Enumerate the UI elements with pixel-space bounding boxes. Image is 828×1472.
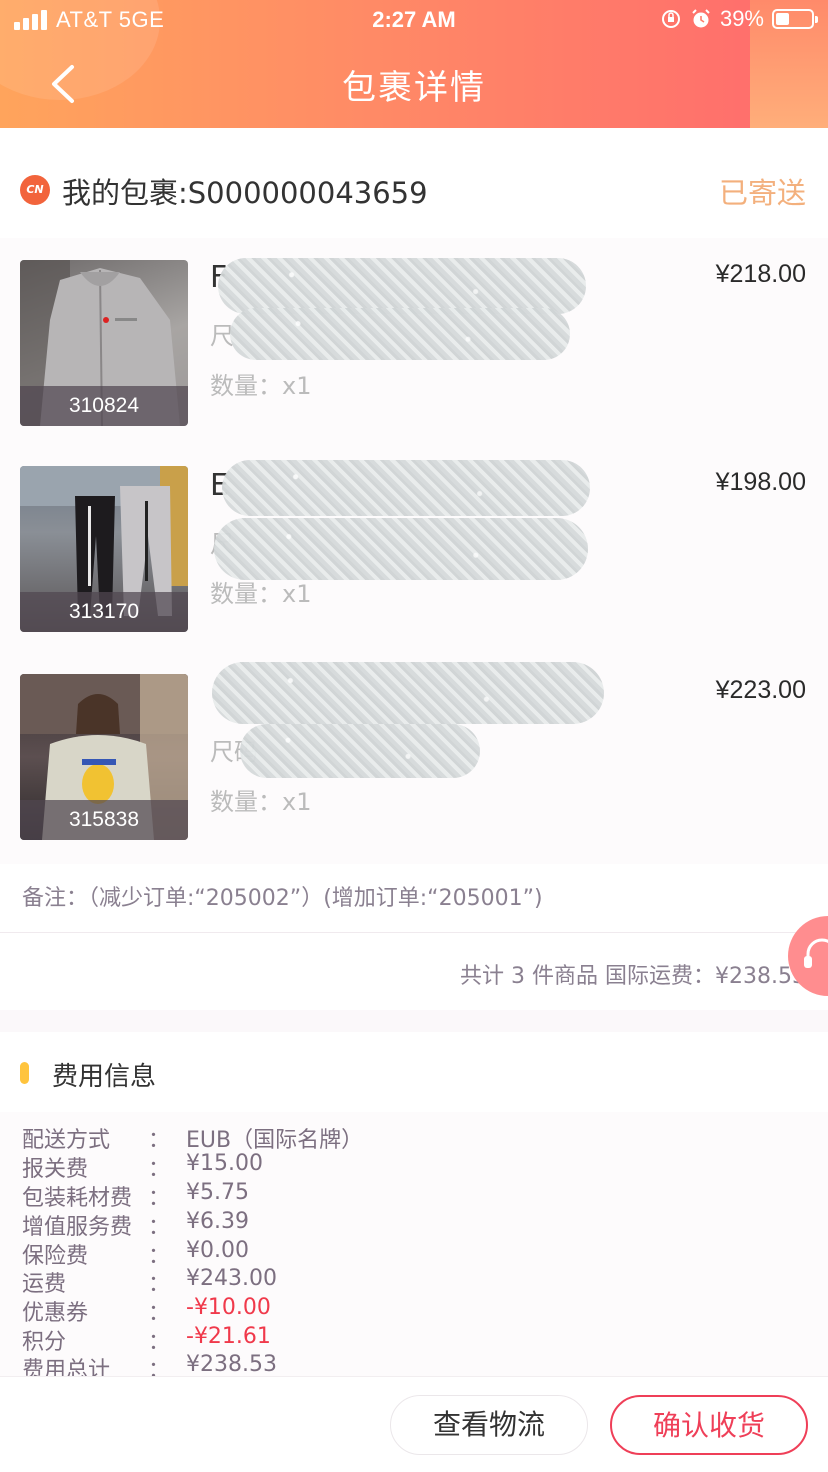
product-code: 313170 <box>20 592 188 632</box>
fee-value: -¥10.00 <box>186 1295 271 1320</box>
fee-colon: ： <box>148 1301 171 1326</box>
fee-label: 配送方式 <box>22 1128 111 1153</box>
alarm-icon <box>692 9 710 28</box>
fee-label: 运费 <box>22 1272 67 1297</box>
list-item[interactable]: 313170 E 尺 数量：x1 ¥198.00 <box>0 446 828 632</box>
view-logistics-button[interactable]: 查看物流 <box>390 1395 588 1455</box>
status-bar: AT&T 5GE 2:27 AM 39% <box>0 0 828 42</box>
list-item[interactable]: 310824 F 尺 数量：x1 ¥218.00 <box>0 238 828 426</box>
fee-colon: ： <box>148 1128 171 1153</box>
battery-icon <box>772 9 818 29</box>
fee-label: 优惠券 <box>22 1301 89 1326</box>
order-remark: 备注：（减少订单:“205002”）(增加订单:“205001”) <box>22 886 543 911</box>
fee-value: ¥0.00 <box>186 1238 249 1263</box>
package-number: 我的包裹:S000000043659 <box>62 176 428 210</box>
fee-colon: ： <box>148 1186 171 1211</box>
page-title: 包裹详情 <box>342 68 486 108</box>
fee-value: ¥243.00 <box>186 1266 277 1291</box>
redaction-mark <box>212 662 604 724</box>
product-price: ¥218.00 <box>715 260 806 288</box>
fee-section-header: 费用信息 <box>0 1040 828 1110</box>
fee-section-title: 费用信息 <box>52 1062 157 1092</box>
product-thumbnail[interactable]: 315838 <box>20 674 188 840</box>
fee-list: 配送方式 ： EUB（国际名牌） 报关费 ： ¥15.00 包装耗材费 ： ¥5… <box>0 1112 828 1383</box>
fee-label: 包装耗材费 <box>22 1186 133 1211</box>
fee-colon: ： <box>148 1157 171 1182</box>
divider <box>0 932 828 933</box>
section-gap <box>0 1010 828 1032</box>
product-thumbnail[interactable]: 310824 <box>20 260 188 426</box>
confirm-receipt-button[interactable]: 确认收货 <box>610 1395 808 1455</box>
fee-value: ¥6.39 <box>186 1209 249 1234</box>
fee-label: 增值服务费 <box>22 1215 133 1240</box>
redaction-mark <box>214 518 588 580</box>
product-quantity: 数量：x1 <box>210 372 312 400</box>
product-code: 310824 <box>20 386 188 426</box>
headset-icon <box>804 938 828 968</box>
redaction-mark <box>230 308 570 360</box>
product-thumbnail[interactable]: 313170 <box>20 466 188 632</box>
section-marker <box>20 1062 29 1084</box>
fee-label: 报关费 <box>22 1157 89 1182</box>
fee-value: ¥15.00 <box>186 1151 263 1176</box>
product-quantity: 数量：x1 <box>210 788 312 816</box>
fee-colon: ： <box>148 1215 171 1240</box>
nav-header: AT&T 5GE 2:27 AM 39% 包裹详情 <box>0 0 828 128</box>
product-price: ¥223.00 <box>715 676 806 704</box>
cn-badge-icon: CN <box>20 175 50 205</box>
bottom-action-bar: 查看物流 确认收货 <box>0 1376 828 1472</box>
product-price: ¥198.00 <box>715 468 806 496</box>
fee-value: -¥21.61 <box>186 1324 271 1349</box>
battery-percent: 39% <box>719 6 764 31</box>
fee-value: EUB（国际名牌） <box>186 1128 364 1153</box>
fee-value: ¥5.75 <box>186 1180 249 1205</box>
redaction-mark <box>240 724 480 778</box>
package-header: CN 我的包裹:S000000043659 已寄送 <box>0 150 828 230</box>
fee-value: ¥238.53 <box>186 1352 277 1377</box>
order-summary: 共计 3 件商品 国际运费：¥238.53 <box>460 964 806 989</box>
item-list: 310824 F 尺 数量：x1 ¥218.00 313170 E 尺 数量：x… <box>0 238 828 864</box>
fee-colon: ： <box>148 1272 171 1297</box>
rotation-lock-icon <box>661 10 680 28</box>
product-code: 315838 <box>20 800 188 840</box>
list-item[interactable]: 315838 尺码 数量：x1 ¥223.00 <box>0 654 828 840</box>
redaction-mark <box>222 460 590 516</box>
redaction-mark <box>218 258 586 314</box>
package-status: 已寄送 <box>718 176 806 210</box>
